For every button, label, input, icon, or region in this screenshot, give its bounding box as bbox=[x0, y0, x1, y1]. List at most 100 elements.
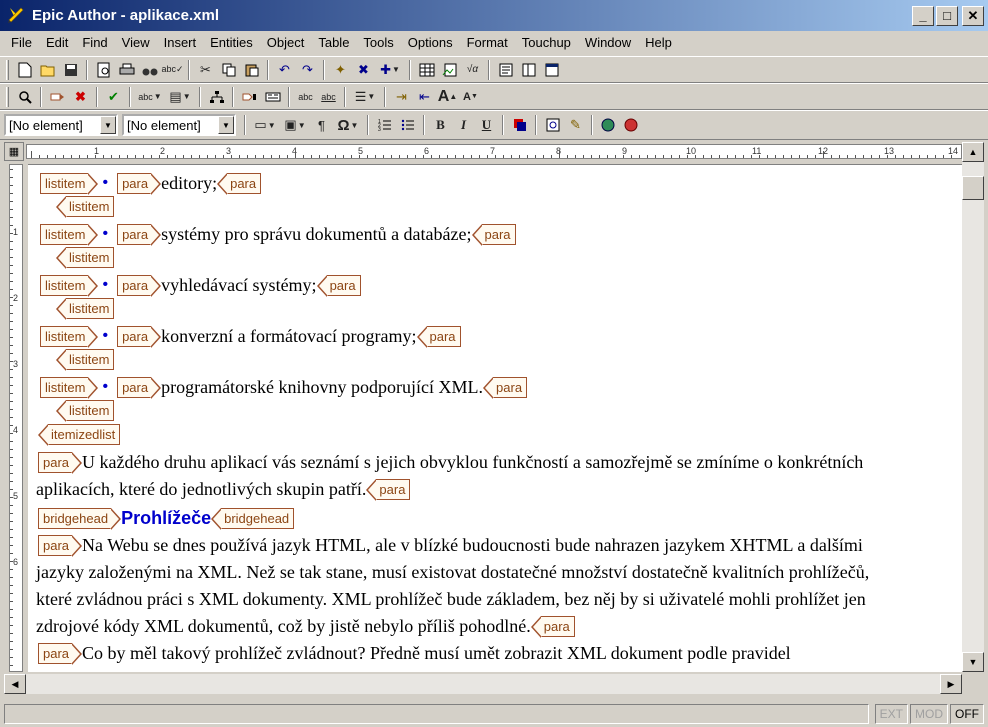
paragraph-text[interactable]: zdrojové kódy XML dokumentů, což by jist… bbox=[36, 616, 531, 637]
insert-table-icon[interactable] bbox=[415, 59, 438, 81]
listitem-close-tag[interactable]: listitem bbox=[55, 195, 115, 218]
list-item-text[interactable]: vyhledávací systémy; bbox=[161, 275, 316, 296]
para-open-tag[interactable]: para bbox=[117, 325, 162, 348]
scroll-up-button[interactable]: ▲ bbox=[962, 142, 984, 162]
minimize-button[interactable]: _ bbox=[912, 5, 934, 26]
para-open-tag[interactable]: para bbox=[38, 642, 83, 665]
chevron-down-icon[interactable]: ▼ bbox=[218, 116, 234, 134]
print-icon[interactable] bbox=[115, 59, 138, 81]
list-item-text[interactable]: konverzní a formátovací programy; bbox=[161, 326, 416, 347]
zoom-icon[interactable] bbox=[13, 86, 36, 108]
menu-touchup[interactable]: Touchup bbox=[515, 33, 578, 52]
indent-icon[interactable]: ⇥ bbox=[390, 86, 413, 108]
bridgehead-close-tag[interactable]: bridgehead bbox=[211, 507, 295, 530]
chevron-down-icon[interactable]: ▼ bbox=[100, 116, 116, 134]
para-open-tag[interactable]: para bbox=[117, 223, 162, 246]
spelling-dropdown[interactable]: abc ▼ bbox=[135, 86, 165, 108]
window-view-icon[interactable] bbox=[540, 59, 563, 81]
ruler-corner-icon[interactable]: ▦ bbox=[4, 142, 24, 161]
line-spacing-dropdown[interactable]: ☰ ▼ bbox=[350, 86, 380, 108]
paste-icon[interactable] bbox=[240, 59, 263, 81]
full-tags-icon[interactable] bbox=[261, 86, 284, 108]
tag-view-icon[interactable] bbox=[238, 86, 261, 108]
listitem-close-tag[interactable]: listitem bbox=[55, 246, 115, 269]
menu-window[interactable]: Window bbox=[578, 33, 638, 52]
scroll-right-button[interactable]: ▶ bbox=[940, 674, 962, 694]
listitem-close-tag[interactable]: listitem bbox=[55, 399, 115, 422]
attributes-dropdown[interactable]: ▤ ▼ bbox=[165, 86, 195, 108]
scroll-thumb[interactable] bbox=[962, 176, 984, 200]
menu-tools[interactable]: Tools bbox=[356, 33, 400, 52]
outdent-icon[interactable]: ⇤ bbox=[413, 86, 436, 108]
link-icon[interactable] bbox=[620, 114, 643, 136]
numbered-list-icon[interactable]: 123 bbox=[373, 114, 396, 136]
save-icon[interactable] bbox=[59, 59, 82, 81]
menu-find[interactable]: Find bbox=[75, 33, 114, 52]
paragraph-text[interactable]: U každého druhu aplikací vás seznámí s j… bbox=[82, 452, 863, 473]
insert-element-icon[interactable]: ✦ bbox=[329, 59, 352, 81]
insert-graphic-icon[interactable] bbox=[438, 59, 461, 81]
list-item-text[interactable]: programátorské knihovny podporující XML. bbox=[161, 377, 483, 398]
italic-button[interactable]: I bbox=[452, 114, 475, 136]
frame-dropdown[interactable]: ▣ ▼ bbox=[280, 114, 310, 136]
globe-icon[interactable] bbox=[597, 114, 620, 136]
para-close-tag[interactable]: para bbox=[366, 478, 411, 501]
abc-underline-icon[interactable]: abc bbox=[317, 86, 340, 108]
menu-format[interactable]: Format bbox=[460, 33, 515, 52]
pilcrow-icon[interactable]: ¶ bbox=[310, 114, 333, 136]
listitem-open-tag[interactable]: listitem bbox=[40, 376, 100, 399]
list-item-text[interactable]: systémy pro správu dokumentů a databáze; bbox=[161, 224, 471, 245]
para-close-tag[interactable]: para bbox=[530, 615, 575, 638]
underline-button[interactable]: U bbox=[475, 114, 498, 136]
menu-entities[interactable]: Entities bbox=[203, 33, 260, 52]
paragraph-text[interactable]: Na Webu se dnes používá jazyk HTML, ale … bbox=[82, 535, 863, 556]
structure-tree-icon[interactable] bbox=[205, 86, 228, 108]
menu-table[interactable]: Table bbox=[311, 33, 356, 52]
scroll-left-button[interactable]: ◀ bbox=[4, 674, 26, 694]
delete-icon[interactable]: ✖ bbox=[69, 86, 92, 108]
menu-options[interactable]: Options bbox=[401, 33, 460, 52]
color-icon[interactable] bbox=[508, 114, 531, 136]
copy-icon[interactable] bbox=[217, 59, 240, 81]
document-view-icon[interactable] bbox=[494, 59, 517, 81]
listitem-open-tag[interactable]: listitem bbox=[40, 274, 100, 297]
paragraph-text[interactable]: aplikacích, které do jednotlivých skupin… bbox=[36, 479, 366, 500]
close-button[interactable]: ✕ bbox=[962, 5, 984, 26]
symbol-dropdown[interactable]: Ω ▼ bbox=[333, 114, 363, 136]
listitem-open-tag[interactable]: listitem bbox=[40, 172, 100, 195]
element-select-2[interactable]: [No element] ▼ bbox=[122, 114, 236, 136]
para-close-tag[interactable]: para bbox=[316, 274, 361, 297]
para-close-tag[interactable]: para bbox=[483, 376, 528, 399]
element-options-dropdown[interactable]: ✚ ▼ bbox=[375, 59, 405, 81]
para-open-tag[interactable]: para bbox=[38, 451, 83, 474]
change-element-icon[interactable]: ✖ bbox=[352, 59, 375, 81]
listitem-close-tag[interactable]: listitem bbox=[55, 348, 115, 371]
tag-style-dropdown[interactable]: ▭ ▼ bbox=[250, 114, 280, 136]
validate-icon[interactable]: ✔ bbox=[102, 86, 125, 108]
print-preview-icon[interactable] bbox=[92, 59, 115, 81]
menu-file[interactable]: File bbox=[4, 33, 39, 52]
bold-button[interactable]: B bbox=[429, 114, 452, 136]
grow-font-icon[interactable]: A ▲ bbox=[436, 86, 459, 108]
toolbar-grip[interactable] bbox=[6, 59, 9, 80]
bridgehead-text[interactable]: Prohlížeče bbox=[121, 508, 211, 529]
vertical-scrollbar[interactable]: ▲ ▼ bbox=[962, 142, 984, 672]
menu-edit[interactable]: Edit bbox=[39, 33, 75, 52]
insert-equation-icon[interactable]: √α bbox=[461, 59, 484, 81]
para-open-tag[interactable]: para bbox=[38, 534, 83, 557]
redo-icon[interactable]: ↷ bbox=[296, 59, 319, 81]
itemizedlist-close-tag[interactable]: itemizedlist bbox=[37, 423, 121, 446]
abc-marker-icon[interactable]: abc bbox=[294, 86, 317, 108]
cut-icon[interactable]: ✂ bbox=[194, 59, 217, 81]
bridgehead-open-tag[interactable]: bridgehead bbox=[38, 507, 122, 530]
bulleted-list-icon[interactable] bbox=[396, 114, 419, 136]
image-icon[interactable] bbox=[541, 114, 564, 136]
menu-view[interactable]: View bbox=[115, 33, 157, 52]
spell-check-icon[interactable]: abc✓ bbox=[161, 59, 184, 81]
menu-insert[interactable]: Insert bbox=[157, 33, 204, 52]
para-open-tag[interactable]: para bbox=[117, 172, 162, 195]
document-editor[interactable]: listitem • para editory; para listitem l… bbox=[28, 164, 962, 672]
paragraph-text[interactable]: Co by měl takový prohlížeč zvládnout? Př… bbox=[82, 643, 791, 664]
menu-object[interactable]: Object bbox=[260, 33, 312, 52]
toolbar-grip[interactable] bbox=[6, 86, 9, 107]
